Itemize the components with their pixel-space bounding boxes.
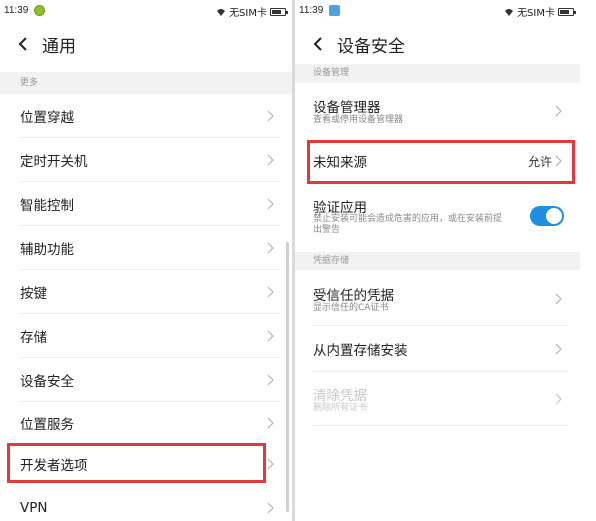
chevron-right-icon bbox=[267, 374, 274, 386]
header: 设备安全 bbox=[295, 24, 580, 64]
list-item-label: 验证应用 bbox=[313, 200, 367, 216]
page-title: 通用 bbox=[42, 36, 76, 57]
status-bar: 11:39 无SIM卡 bbox=[0, 0, 292, 20]
section-header-device-management: 设备管理 bbox=[295, 64, 580, 83]
list-item-label: 未知来源 bbox=[313, 155, 367, 171]
chevron-right-icon bbox=[267, 458, 274, 470]
list-item-buttons[interactable]: 按键 bbox=[0, 270, 292, 314]
list-item-label: 位置服务 bbox=[20, 417, 74, 433]
list-item-label: 存储 bbox=[20, 330, 47, 346]
list-item-scheduled-power[interactable]: 定时开关机 bbox=[0, 138, 292, 182]
chevron-right-icon bbox=[267, 198, 274, 210]
list-item-storage[interactable]: 存储 bbox=[0, 314, 292, 358]
chevron-right-icon bbox=[267, 286, 274, 298]
list-item-subtitle: 禁止安装可能会造成危害的应用，或在安装前提 bbox=[313, 214, 503, 224]
list-item-label: 位置穿越 bbox=[20, 110, 74, 126]
list-item-location-service[interactable]: 位置服务 bbox=[0, 402, 292, 444]
app-notification-icon bbox=[329, 5, 340, 16]
list-item-smart-control[interactable]: 智能控制 bbox=[0, 182, 292, 226]
list-item-vpn[interactable]: VPN bbox=[0, 488, 292, 521]
device-security-screen: 11:39 无SIM卡 设备安全 设备管理 设备管理器 查看或停用设备管理器 未… bbox=[295, 0, 580, 521]
status-bar: 11:39 无SIM卡 bbox=[295, 0, 580, 20]
chevron-right-icon bbox=[555, 343, 562, 355]
chevron-right-icon bbox=[267, 242, 274, 254]
list-item-label: 开发者选项 bbox=[20, 458, 88, 474]
list-item-label: VPN bbox=[20, 500, 48, 516]
status-time: 11:39 bbox=[299, 5, 324, 16]
chevron-right-icon bbox=[555, 293, 562, 305]
list-item-unknown-sources[interactable]: 未知来源 允许 bbox=[295, 140, 580, 182]
chevron-right-icon bbox=[267, 110, 274, 122]
list-item-verify-apps[interactable]: 验证应用 禁止安装可能会造成危害的应用，或在安装前提 出警告 bbox=[295, 186, 580, 248]
chevron-right-icon bbox=[555, 393, 562, 405]
chevron-right-icon bbox=[555, 105, 562, 117]
list-item-developer-options[interactable]: 开发者选项 bbox=[0, 444, 292, 484]
verify-apps-toggle[interactable] bbox=[530, 206, 564, 226]
list-item-label: 智能控制 bbox=[20, 198, 74, 214]
general-settings-screen: 11:39 无SIM卡 通用 更多 位置穿越 定时开关机 智能控制 辅助功能 按… bbox=[0, 0, 292, 521]
list-item-label: 设备安全 bbox=[20, 374, 74, 390]
list-item-install-from-storage[interactable]: 从内置存储安装 bbox=[295, 326, 580, 372]
chevron-right-icon bbox=[267, 417, 274, 429]
list-item-device-security[interactable]: 设备安全 bbox=[0, 358, 292, 402]
app-notification-icon bbox=[34, 5, 45, 16]
list-item-subtitle: 删除所有证书 bbox=[313, 403, 368, 413]
wifi-icon bbox=[217, 8, 226, 16]
sim-status: 无SIM卡 bbox=[517, 8, 555, 19]
page-title: 设备安全 bbox=[337, 36, 405, 57]
list-item-value: 允许 bbox=[527, 154, 552, 169]
header: 通用 bbox=[0, 24, 292, 64]
scrollbar[interactable] bbox=[286, 242, 289, 512]
chevron-right-icon bbox=[267, 330, 274, 342]
wifi-icon bbox=[505, 8, 514, 16]
list-item-label: 辅助功能 bbox=[20, 242, 74, 258]
section-header-more: 更多 bbox=[0, 72, 292, 94]
chevron-right-icon bbox=[267, 154, 274, 166]
list-item-label: 受信任的凭据 bbox=[313, 288, 394, 304]
list-item-label: 设备管理器 bbox=[313, 100, 381, 116]
back-arrow-icon[interactable] bbox=[8, 24, 38, 64]
section-header-credential-storage: 凭据存储 bbox=[295, 252, 580, 270]
sim-status: 无SIM卡 bbox=[229, 8, 267, 19]
list-item-subtitle-cont: 出警告 bbox=[313, 225, 341, 235]
list-item-clear-credentials: 清除凭据 删除所有证书 bbox=[295, 372, 580, 426]
list-item-location-travel[interactable]: 位置穿越 bbox=[0, 94, 292, 138]
divider bbox=[313, 425, 568, 426]
list-item-subtitle: 显示信任的CA证书 bbox=[313, 303, 389, 313]
list-item-accessibility[interactable]: 辅助功能 bbox=[0, 226, 292, 270]
status-time: 11:39 bbox=[4, 5, 29, 16]
list-item-label: 按键 bbox=[20, 286, 47, 302]
list-item-label: 清除凭据 bbox=[313, 388, 367, 404]
list-item-trusted-credentials[interactable]: 受信任的凭据 显示信任的CA证书 bbox=[295, 272, 580, 326]
list-item-subtitle: 查看或停用设备管理器 bbox=[313, 115, 404, 125]
list-item-label: 定时开关机 bbox=[20, 154, 88, 170]
chevron-right-icon bbox=[555, 155, 562, 167]
chevron-right-icon bbox=[267, 502, 274, 514]
back-arrow-icon[interactable] bbox=[303, 24, 333, 64]
battery-icon bbox=[558, 7, 576, 16]
battery-icon bbox=[270, 7, 288, 16]
list-item-device-admin[interactable]: 设备管理器 查看或停用设备管理器 bbox=[295, 84, 580, 138]
list-item-label: 从内置存储安装 bbox=[313, 343, 408, 359]
